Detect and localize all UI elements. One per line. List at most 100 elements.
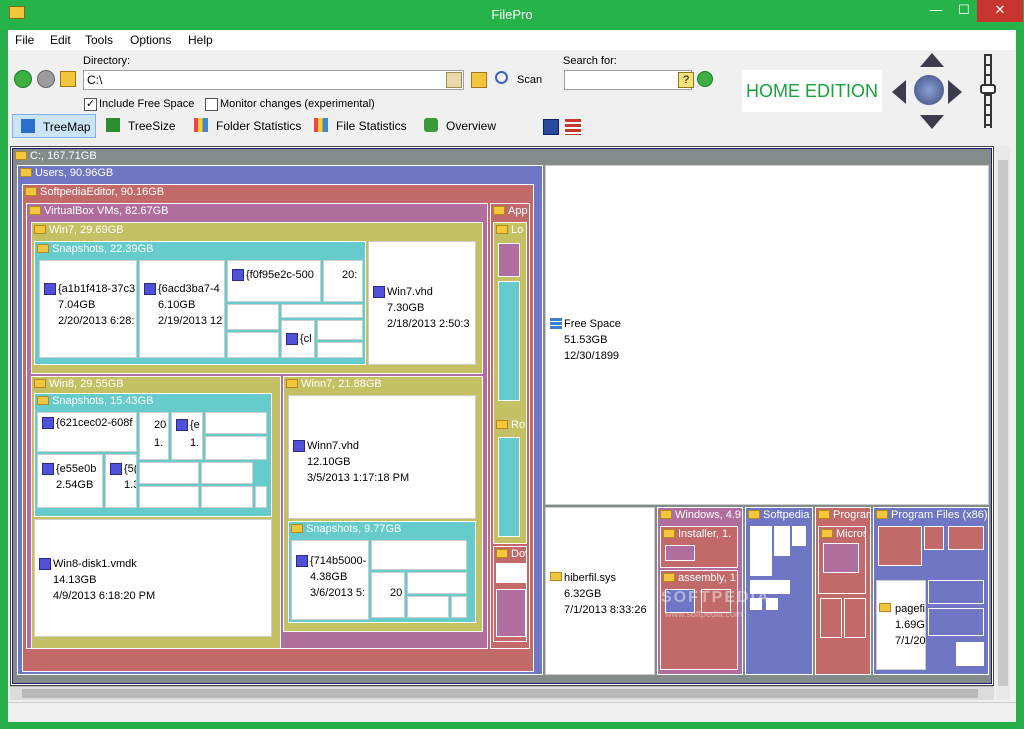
block[interactable] xyxy=(496,589,526,637)
free-space[interactable]: Free Space 51.53GB 12/30/1899 xyxy=(545,165,989,505)
block[interactable] xyxy=(878,526,922,566)
open-folder-icon[interactable] xyxy=(471,72,487,88)
pan-up-icon[interactable] xyxy=(920,53,944,67)
block[interactable] xyxy=(948,526,984,550)
small-file[interactable] xyxy=(255,486,267,508)
forward-icon[interactable] xyxy=(37,70,55,88)
lo-folder[interactable]: Lo Ro xyxy=(493,222,527,544)
small-file[interactable] xyxy=(201,462,253,484)
micros-folder[interactable]: Micros xyxy=(818,526,866,594)
small-file[interactable] xyxy=(407,572,467,594)
browse-folder-icon[interactable] xyxy=(446,72,462,88)
file-win7-vhd[interactable]: Win7.vhd 7.30GB 2/18/2013 2:50:3 xyxy=(368,241,476,365)
program-files-x86-folder[interactable]: Program Files (x86) pagefil 1.69GB 7/1/2… xyxy=(873,507,989,675)
small-file[interactable] xyxy=(201,486,253,508)
softpedia-editor-folder[interactable]: SoftpediaEditor, 90.16GB VirtualBox VMs,… xyxy=(22,184,534,672)
small-file[interactable] xyxy=(281,304,363,318)
small-file[interactable] xyxy=(227,304,279,330)
vertical-scrollbar[interactable] xyxy=(996,146,1010,700)
block[interactable] xyxy=(823,543,859,573)
small-file[interactable] xyxy=(317,342,363,358)
zoom-slider[interactable] xyxy=(980,54,996,128)
file-20b[interactable]: 20 1. xyxy=(139,412,169,460)
block[interactable] xyxy=(750,526,772,576)
block[interactable] xyxy=(924,526,944,550)
pan-right-icon[interactable] xyxy=(948,80,962,104)
block[interactable] xyxy=(820,598,842,638)
vertical-scroll-thumb[interactable] xyxy=(998,160,1008,686)
small-file[interactable] xyxy=(407,596,449,618)
search-help-icon[interactable]: ? xyxy=(678,72,694,88)
program-folder[interactable]: Program Micros xyxy=(815,507,871,675)
file-e[interactable]: {e 1. xyxy=(171,412,203,460)
small-file[interactable] xyxy=(317,320,363,340)
block[interactable] xyxy=(498,281,520,401)
menu-help[interactable]: Help xyxy=(188,33,213,47)
file-pagefil[interactable]: pagefil 1.69GB 7/1/20 xyxy=(876,580,926,670)
monitor-changes-checkbox[interactable] xyxy=(205,98,218,111)
small-file[interactable] xyxy=(227,332,279,358)
file-714b[interactable]: {714b5000- 4.38GB 3/6/2013 5: xyxy=(291,540,369,620)
block[interactable] xyxy=(665,545,695,561)
file-a1b1[interactable]: {a1b1f418-37c3 7.04GB 2/20/2013 6:28: xyxy=(39,260,137,358)
win8-snapshots-folder[interactable]: Snapshots, 15.43GB {621cec02-608f 20 1. xyxy=(34,393,272,517)
win7-folder[interactable]: Win7, 29.69GB Snapshots, 22.39GB {a1b1f4… xyxy=(31,222,483,374)
block[interactable] xyxy=(928,580,984,604)
file-f0f9[interactable]: {f0f95e2c-500 xyxy=(227,260,321,302)
win8-folder[interactable]: Win8, 29.55GB Snapshots, 15.43GB {621cec… xyxy=(31,376,281,648)
tab-treemap[interactable]: TreeMap xyxy=(12,114,96,138)
tab-file-statistics[interactable]: File Statistics xyxy=(306,114,412,138)
search-input[interactable] xyxy=(564,70,692,90)
win7-snapshots-folder[interactable]: Snapshots, 22.39GB {a1b1f418-37c3 7.04GB… xyxy=(34,241,366,365)
horizontal-scroll-thumb[interactable] xyxy=(22,689,978,698)
file-5[interactable]: {5( 1.3 xyxy=(105,454,137,508)
center-gear-icon[interactable] xyxy=(914,75,944,105)
file-hiberfil[interactable]: hiberfil.sys 6.32GB 7/1/2013 8:33:26 xyxy=(545,507,655,675)
file-winn7-vhd[interactable]: Winn7.vhd 12.10GB 3/5/2013 1:17:18 PM xyxy=(288,395,476,519)
minimize-button[interactable]: — xyxy=(921,0,951,22)
include-free-space-checkbox[interactable]: ✓ xyxy=(84,98,97,111)
block[interactable] xyxy=(496,563,526,583)
winn7-snapshots-folder[interactable]: Snapshots, 9.77GB {714b5000- 4.38GB 3/6/… xyxy=(288,521,476,623)
menu-edit[interactable]: Edit xyxy=(50,33,71,47)
assembly-folder[interactable]: assembly, 1 xyxy=(660,570,738,670)
menu-file[interactable]: File xyxy=(15,33,34,47)
menu-tools[interactable]: Tools xyxy=(85,33,113,47)
file-6acd[interactable]: {6acd3ba7-4 6.10GB 2/19/2013 12 xyxy=(139,260,225,358)
small-file[interactable] xyxy=(205,412,267,434)
file-e55e[interactable]: {e55e0b 2.54GB xyxy=(37,454,103,508)
small-file[interactable] xyxy=(205,436,267,460)
scan-button[interactable]: Scan xyxy=(517,74,542,86)
maximize-button[interactable]: ☐ xyxy=(951,0,977,22)
scan-search-icon[interactable] xyxy=(495,71,508,84)
block[interactable] xyxy=(928,608,984,636)
file-621c[interactable]: {621cec02-608f xyxy=(37,412,137,452)
winn7-folder[interactable]: Winn7, 21.88GB Winn7.vhd 12.10GB 3/5/201… xyxy=(283,376,483,632)
treemap-root[interactable]: C:, 167.71GB Users, 90.96GB SoftpediaEdi… xyxy=(12,148,992,684)
treemap-view[interactable]: C:, 167.71GB Users, 90.96GB SoftpediaEdi… xyxy=(10,146,994,686)
search-go-icon[interactable] xyxy=(697,71,713,87)
pan-down-icon[interactable] xyxy=(920,115,944,129)
small-file[interactable] xyxy=(139,486,199,508)
small-file[interactable] xyxy=(451,596,467,618)
dow-folder[interactable]: Dow xyxy=(493,546,527,642)
zoom-slider-thumb[interactable] xyxy=(980,84,996,94)
small-file[interactable] xyxy=(139,462,199,484)
folder-up-icon[interactable] xyxy=(60,71,76,87)
block[interactable] xyxy=(498,243,520,277)
close-button[interactable]: ✕ xyxy=(977,0,1023,22)
users-folder[interactable]: Users, 90.96GB SoftpediaEditor, 90.16GB … xyxy=(17,165,543,675)
installer-folder[interactable]: Installer, 1. xyxy=(660,526,738,568)
virtualbox-folder[interactable]: VirtualBox VMs, 82.67GB Win7, 29.69GB Sn… xyxy=(26,203,488,649)
horizontal-scrollbar[interactable] xyxy=(10,686,994,700)
back-icon[interactable] xyxy=(14,70,32,88)
tab-folder-statistics[interactable]: Folder Statistics xyxy=(186,114,304,138)
app-folder[interactable]: App Lo Ro Dow xyxy=(490,203,530,649)
block[interactable] xyxy=(844,598,866,638)
file-20a[interactable]: 20: xyxy=(323,260,363,302)
save-icon[interactable] xyxy=(543,119,559,135)
block[interactable] xyxy=(774,526,790,556)
pan-left-icon[interactable] xyxy=(892,80,906,104)
report-icon[interactable] xyxy=(565,119,581,135)
file-20c[interactable]: 20 xyxy=(371,572,405,618)
